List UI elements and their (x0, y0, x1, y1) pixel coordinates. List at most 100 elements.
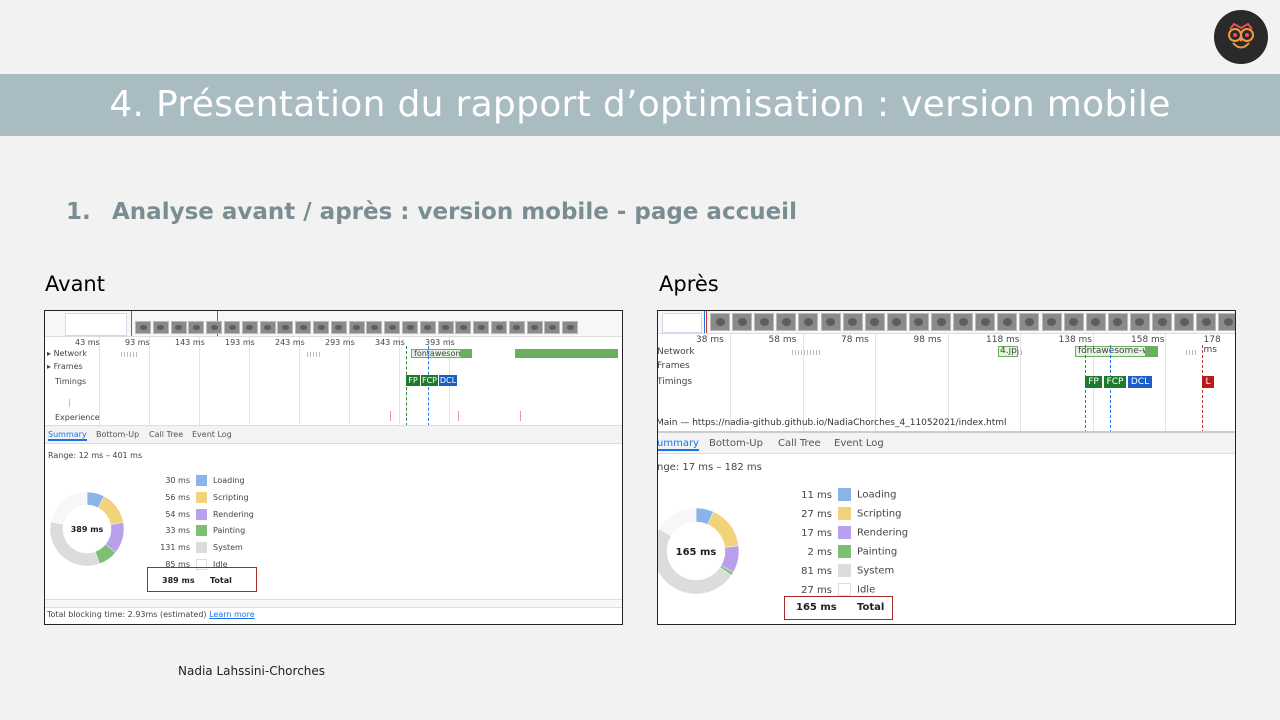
time-tick: 43 ms (75, 338, 100, 347)
donut-slice-idle (658, 507, 697, 537)
filmstrip-frame[interactable] (931, 313, 951, 331)
legend-row-scripting: 56 ms Scripting (157, 491, 249, 503)
filmstrip-frame[interactable] (419, 321, 436, 334)
filmstrip-frame[interactable] (842, 313, 863, 331)
track-timings[interactable]: Timings (55, 377, 86, 386)
before-range: Range: 12 ms – 401 ms (48, 451, 143, 460)
filmstrip-frame[interactable] (953, 313, 974, 331)
time-tick: 138 ms (1058, 335, 1093, 345)
time-tick: 158 ms (1131, 335, 1165, 345)
filmstrip-frame[interactable] (491, 321, 507, 334)
filmstrip-frame[interactable] (908, 313, 929, 331)
time-tick: 78 ms (841, 335, 869, 345)
filmstrip-frame[interactable] (1085, 313, 1106, 331)
filmstrip-frame[interactable] (526, 321, 543, 334)
filmstrip-frame[interactable] (1196, 313, 1217, 331)
filmstrip-frame[interactable] (864, 313, 885, 331)
subtitle-text: Analyse avant / après : version mobile -… (112, 199, 797, 225)
owl-icon (1228, 22, 1254, 49)
filmstrip-frame[interactable] (330, 321, 347, 334)
filmstrip-frame[interactable] (754, 313, 775, 331)
before-tab-bottom-up[interactable]: Bottom-Up (96, 430, 139, 439)
filmstrip-frame[interactable] (455, 321, 472, 334)
filmstrip-frame[interactable] (562, 321, 579, 334)
before-label: Avant (45, 272, 105, 296)
legend-swatch (196, 508, 207, 520)
filmstrip-frame[interactable] (1218, 313, 1235, 331)
before-timing-fcp[interactable]: FCP (421, 375, 438, 386)
after-timing-fp[interactable]: FP (1085, 376, 1102, 388)
filmstrip-frame[interactable] (366, 321, 383, 334)
before-donut-chart: 389 ms (49, 491, 125, 567)
filmstrip-frame[interactable] (1174, 313, 1195, 331)
filmstrip-frame[interactable] (1019, 313, 1040, 331)
filmstrip-frame[interactable] (975, 313, 996, 331)
track-timings[interactable]: Timings (658, 377, 692, 387)
legend-label: Rendering (213, 509, 254, 519)
filmstrip-frame[interactable] (776, 313, 797, 331)
track-network[interactable]: Network (658, 347, 695, 357)
filmstrip-frame[interactable] (820, 313, 841, 331)
filmstrip-frame[interactable] (224, 321, 240, 334)
track-experience[interactable]: Experience (55, 413, 100, 422)
filmstrip-frame[interactable] (1063, 313, 1084, 331)
after-timing-dcl[interactable]: DCL (1128, 376, 1152, 388)
legend-row-rendering: 54 ms Rendering (157, 508, 254, 520)
before-tab-call-tree[interactable]: Call Tree (149, 430, 183, 439)
filmstrip-frame[interactable] (508, 321, 525, 334)
filmstrip-frame[interactable] (437, 321, 454, 334)
filmstrip-frame[interactable] (241, 321, 258, 334)
filmstrip-frame[interactable] (135, 321, 151, 334)
track-network[interactable]: ▸ Network (47, 349, 87, 358)
track-frames[interactable]: Frames (658, 361, 690, 371)
filmstrip-frame[interactable] (170, 321, 187, 334)
before-filmstrip (45, 311, 622, 336)
time-tick: 93 ms (125, 338, 150, 347)
filmstrip-frame[interactable] (152, 321, 169, 334)
filmstrip-frame[interactable] (997, 313, 1018, 331)
after-main-thread[interactable]: Main — https://nadia-github.github.io/Na… (658, 418, 1007, 428)
filmstrip-frame[interactable] (402, 321, 418, 334)
filmstrip-frame[interactable] (473, 321, 490, 334)
filmstrip-frame[interactable] (206, 321, 223, 334)
filmstrip-frame[interactable] (544, 321, 561, 334)
legend-ms: 27 ms (801, 508, 832, 520)
legend-row-painting: 2 ms Painting (794, 545, 897, 558)
filmstrip-frame[interactable] (277, 321, 294, 334)
filmstrip-frame[interactable] (1041, 313, 1062, 331)
filmstrip-frame[interactable] (384, 321, 401, 334)
filmstrip-frame[interactable] (348, 321, 365, 334)
track-frames[interactable]: ▸ Frames (47, 362, 83, 371)
legend-row-loading: 30 ms Loading (157, 475, 245, 486)
filmstrip-frame[interactable] (1129, 313, 1150, 331)
filmstrip-frame[interactable] (732, 313, 753, 331)
before-tab-event-log[interactable]: Event Log (192, 430, 232, 439)
filmstrip-frame[interactable] (188, 321, 205, 334)
filmstrip-frame[interactable] (313, 321, 329, 334)
filmstrip-frame[interactable] (1107, 313, 1128, 331)
before-timing-fp[interactable]: FP (406, 375, 420, 386)
filmstrip-frame[interactable] (259, 321, 276, 334)
legend-swatch (838, 583, 851, 596)
legend-row-painting: 33 ms Painting (157, 525, 245, 537)
after-tab-summary[interactable]: ummary (658, 438, 699, 451)
legend-row-loading: 11 ms Loading (794, 488, 896, 501)
before-tab-summary[interactable]: Summary (48, 430, 87, 441)
before-total-ms: 389 ms (162, 576, 195, 585)
filmstrip-frame[interactable] (1152, 313, 1172, 331)
after-tab-call-tree[interactable]: Call Tree (778, 438, 821, 449)
time-tick: 343 ms (375, 338, 405, 347)
filmstrip-frame[interactable] (798, 313, 819, 331)
filmstrip-frame[interactable] (886, 313, 907, 331)
after-tab-bottom-up[interactable]: Bottom-Up (709, 438, 763, 449)
after-performance-panel: 38 ms 58 ms 78 ms 98 ms 118 ms 138 ms 158 ms 17… (657, 310, 1236, 625)
after-tab-event-log[interactable]: Event Log (834, 438, 884, 449)
filmstrip-frame[interactable] (710, 313, 730, 331)
after-timing-fcp[interactable]: FCP (1104, 376, 1126, 388)
filmstrip-frame[interactable] (295, 321, 312, 334)
after-timing-load[interactable]: L (1202, 376, 1214, 388)
legend-ms: 11 ms (801, 489, 832, 501)
before-timing-dcl[interactable]: DCL (439, 375, 457, 386)
before-footer: Total blocking time: 2.93ms (estimated) … (47, 610, 255, 619)
learn-more-link[interactable]: Learn more (209, 610, 255, 619)
